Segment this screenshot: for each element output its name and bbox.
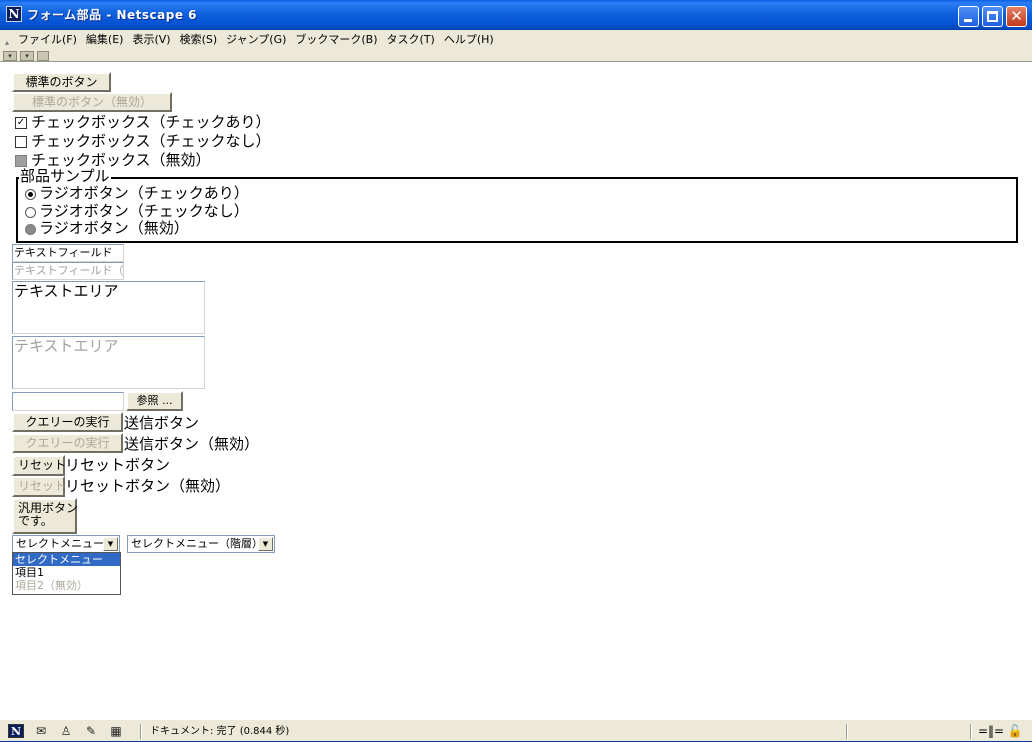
select-dropdown-list: セレクトメニュー 項目1 項目2（無効） bbox=[12, 552, 121, 595]
composer-icon[interactable]: ✎ bbox=[83, 724, 99, 738]
generic-button[interactable]: 汎用ボタン です。 bbox=[12, 498, 78, 534]
menu-tasks[interactable]: タスク(T) bbox=[387, 30, 435, 50]
status-separator bbox=[140, 724, 142, 739]
checkbox-checked-label: チェックボックス（チェックあり） bbox=[31, 113, 271, 131]
title-bar[interactable]: N フォーム部品 - Netscape 6 ✕ bbox=[0, 0, 1032, 30]
checkbox-unchecked[interactable] bbox=[15, 136, 27, 148]
select-menu-value: セレクトメニュー bbox=[16, 537, 104, 550]
select-menu-hier-value: セレクトメニュー（階層） bbox=[131, 537, 263, 550]
person-icon[interactable]: ♙ bbox=[58, 724, 74, 738]
menu-view[interactable]: 表示(V) bbox=[132, 30, 170, 50]
menu-file[interactable]: ファイル(F) bbox=[18, 30, 77, 50]
status-bar: N ✉ ♙ ✎ ▦ ドキュメント: 完了 (0.844 秒) =‖= 🔓 bbox=[0, 719, 1032, 742]
status-text: ドキュメント: 完了 (0.844 秒) bbox=[150, 726, 290, 737]
toolbar-expand-handle[interactable] bbox=[37, 51, 49, 61]
maximize-button[interactable] bbox=[982, 6, 1003, 27]
menu-help[interactable]: ヘルプ(H) bbox=[444, 30, 494, 50]
submit-label: 送信ボタン bbox=[124, 414, 200, 432]
radio-checked[interactable] bbox=[25, 189, 36, 200]
netscape-logo-icon[interactable]: N bbox=[8, 724, 24, 738]
reset-button-disabled[interactable]: リセット bbox=[12, 476, 66, 497]
textarea[interactable]: テキストエリア bbox=[12, 281, 205, 334]
select-menu[interactable]: セレクトメニュー ▼ bbox=[12, 535, 120, 553]
mail-icon[interactable]: ✉ bbox=[33, 724, 49, 738]
text-field[interactable]: テキストフィールド bbox=[12, 244, 124, 262]
reset-label-disabled: リセットボタン（無効） bbox=[65, 477, 231, 495]
netscape-logo-icon: N bbox=[6, 6, 22, 22]
menu-edit[interactable]: 編集(E) bbox=[86, 30, 124, 50]
close-button[interactable]: ✕ bbox=[1006, 6, 1027, 27]
menubar-grip-icon[interactable]: ▴ bbox=[5, 39, 11, 47]
fieldset-legend: 部品サンプル bbox=[19, 167, 111, 185]
standard-button[interactable]: 標準のボタン bbox=[12, 72, 111, 92]
chevron-down-icon[interactable]: ▼ bbox=[258, 537, 273, 551]
menu-bookmarks[interactable]: ブックマーク(B) bbox=[295, 30, 377, 50]
minimize-icon bbox=[964, 19, 972, 22]
window-title: フォーム部品 - Netscape 6 bbox=[27, 8, 198, 22]
file-browse-button[interactable]: 参照 ... bbox=[126, 391, 183, 411]
file-path-input[interactable] bbox=[12, 392, 124, 411]
menu-bar: ▴ ファイル(F) 編集(E) 表示(V) 検索(S) ジャンプ(G) ブックマ… bbox=[0, 30, 1032, 50]
standard-button-disabled[interactable]: 標準のボタン（無効） bbox=[12, 92, 172, 112]
select-option[interactable]: 項目1 bbox=[13, 566, 120, 579]
menu-search[interactable]: 検索(S) bbox=[180, 30, 218, 50]
radio-checked-label: ラジオボタン（チェックあり） bbox=[39, 184, 249, 202]
radio-disabled-label: ラジオボタン（無効） bbox=[39, 219, 189, 237]
radio-dot-icon bbox=[28, 192, 33, 197]
radio-disabled[interactable] bbox=[25, 224, 36, 235]
toolbar-expand-handle[interactable]: ▾ bbox=[20, 51, 34, 61]
menu-go[interactable]: ジャンプ(G) bbox=[226, 30, 286, 50]
checkbox-disabled[interactable] bbox=[15, 155, 27, 167]
page-content: 標準のボタン 標準のボタン（無効） ✓ チェックボックス（チェックあり） チェッ… bbox=[0, 63, 1032, 719]
submit-label-disabled: 送信ボタン（無効） bbox=[124, 435, 260, 453]
status-separator bbox=[846, 724, 848, 739]
submit-button-disabled[interactable]: クエリーの実行 bbox=[12, 433, 123, 453]
select-option-disabled: 項目2（無効） bbox=[15, 579, 88, 592]
ime-icon[interactable]: ▦ bbox=[108, 724, 124, 738]
maximize-icon bbox=[987, 11, 998, 22]
select-option[interactable]: セレクトメニュー bbox=[13, 553, 120, 566]
reset-button[interactable]: リセット bbox=[12, 455, 66, 476]
chevron-down-icon[interactable]: ▼ bbox=[103, 537, 118, 551]
status-separator bbox=[970, 724, 972, 739]
checkbox-checked[interactable]: ✓ bbox=[15, 117, 27, 129]
radio-unchecked[interactable] bbox=[25, 207, 36, 218]
text-field-disabled[interactable]: テキストフィールド（無効） bbox=[12, 262, 124, 280]
connection-lock-icon[interactable]: =‖= 🔓 bbox=[978, 724, 1023, 739]
reset-label: リセットボタン bbox=[65, 456, 171, 474]
select-menu-hierarchical[interactable]: セレクトメニュー（階層） ▼ bbox=[127, 535, 275, 553]
collapsed-toolbars: ▾ ▾ bbox=[0, 50, 1032, 62]
toolbar-expand-handle[interactable]: ▾ bbox=[3, 51, 17, 61]
generic-button-line2: です。 bbox=[18, 514, 53, 528]
submit-button[interactable]: クエリーの実行 bbox=[12, 412, 123, 432]
textarea-disabled[interactable]: テキストエリア bbox=[12, 336, 205, 389]
minimize-button[interactable] bbox=[958, 6, 979, 27]
checkbox-unchecked-label: チェックボックス（チェックなし） bbox=[31, 132, 271, 150]
close-icon: ✕ bbox=[1010, 7, 1023, 25]
